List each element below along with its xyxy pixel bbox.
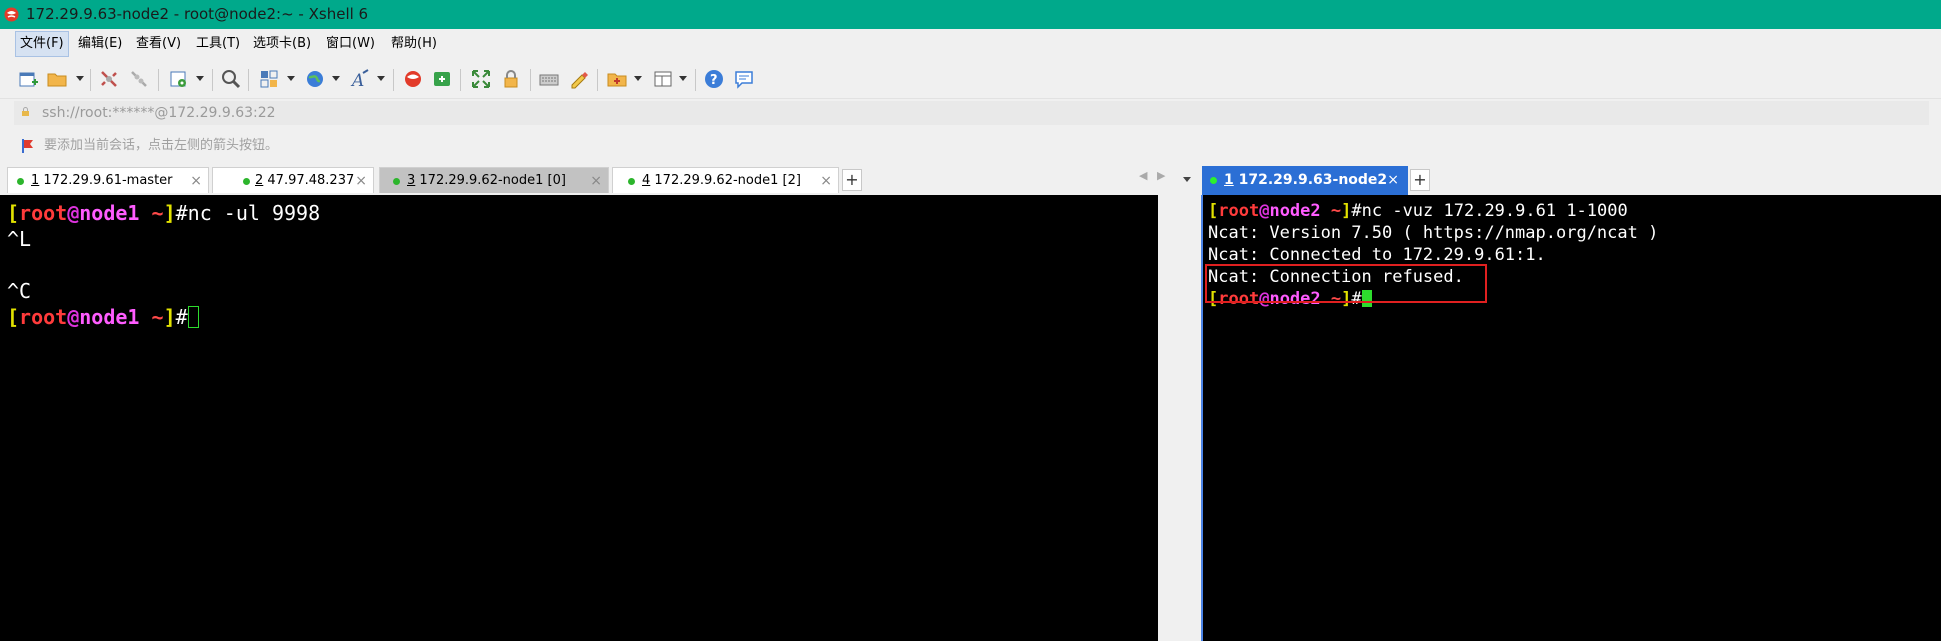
- hint-text: 要添加当前会话，点击左侧的箭头按钮。: [44, 138, 279, 153]
- status-dot-icon: [393, 178, 400, 185]
- toolbar-separator: [158, 69, 159, 91]
- connect-icon[interactable]: [98, 68, 120, 90]
- tab-label: 1 172.29.9.61-master: [31, 173, 173, 188]
- globe-icon[interactable]: [304, 68, 326, 90]
- toolbar: A ?: [0, 59, 1941, 98]
- status-dot-icon: [628, 178, 635, 185]
- menu-window[interactable]: 窗口(W): [322, 32, 379, 56]
- close-icon[interactable]: ×: [355, 168, 367, 194]
- tab-label: 2 47.97.48.237: [255, 173, 355, 188]
- terminal-left[interactable]: [root@node1 ~]#nc -ul 9998 ^L ^C [root@n…: [0, 195, 1177, 641]
- text-cursor: [187, 306, 199, 328]
- output-line: Ncat: Connected to 172.29.9.61:1.: [1208, 245, 1546, 265]
- tab-session-4[interactable]: 4 172.29.9.62-node1 [2] ×: [612, 167, 839, 193]
- fullscreen-icon[interactable]: [470, 68, 492, 90]
- add-tab-button[interactable]: +: [842, 169, 862, 191]
- close-icon[interactable]: ×: [820, 168, 832, 194]
- toolbar-separator: [530, 69, 531, 91]
- panes-icon[interactable]: [652, 68, 674, 90]
- terminal-output: [root@node1 ~]#nc -ul 9998 ^L ^C [root@n…: [7, 201, 321, 329]
- tab-label: 1 172.29.9.63-node2: [1224, 172, 1388, 188]
- status-dot-icon: [1210, 177, 1217, 184]
- output-line: ^L: [7, 227, 32, 251]
- close-icon[interactable]: ×: [590, 168, 602, 194]
- tab-session-node2[interactable]: 1 172.29.9.63-node2 ×: [1202, 166, 1408, 195]
- chat-icon[interactable]: [733, 68, 755, 90]
- script-dropdown-arrow[interactable]: [634, 76, 642, 81]
- close-icon[interactable]: ×: [190, 168, 202, 194]
- xshell-app-icon: [4, 7, 19, 22]
- tab-scroll-left-icon[interactable]: ◀: [1139, 169, 1147, 182]
- status-dot-icon: [17, 178, 24, 185]
- toolbar-separator: [597, 69, 598, 91]
- title-bar: 172.29.9.63-node2 - root@node2:~ - Xshel…: [0, 0, 1941, 29]
- tab-list-dropdown-icon[interactable]: [1183, 177, 1191, 182]
- session-hint-bar: 要添加当前会话，点击左侧的箭头按钮。: [0, 128, 1941, 163]
- tab-strip: 1 172.29.9.61-master × 2 47.97.48.237 × …: [0, 163, 1941, 195]
- menu-edit[interactable]: 编辑(E): [74, 32, 126, 56]
- script-icon[interactable]: [606, 68, 628, 90]
- open-folder-icon[interactable]: [46, 68, 68, 90]
- new-session-icon[interactable]: [17, 68, 39, 90]
- toolbar-separator: [695, 69, 696, 91]
- add-session-arrow-icon[interactable]: [20, 138, 36, 154]
- tab-label: 3 172.29.9.62-node1 [0]: [407, 173, 566, 188]
- font-icon[interactable]: A: [349, 68, 371, 90]
- tab-session-3[interactable]: 3 172.29.9.62-node1 [0] ×: [379, 167, 609, 193]
- xshell-icon[interactable]: [402, 68, 424, 90]
- pane-splitter[interactable]: [1177, 195, 1201, 641]
- lock-icon: [22, 107, 29, 116]
- toolbar-separator: [460, 69, 461, 91]
- add-tab-button[interactable]: +: [1410, 169, 1430, 191]
- properties-icon[interactable]: [168, 68, 190, 90]
- tab-session-1[interactable]: 1 172.29.9.61-master ×: [7, 167, 209, 193]
- tab-label: 4 172.29.9.62-node1 [2]: [642, 173, 801, 188]
- font-dropdown-arrow[interactable]: [377, 76, 385, 81]
- prompt-line: #: [175, 305, 188, 329]
- toolbar-separator: [90, 69, 91, 91]
- find-icon[interactable]: [220, 68, 242, 90]
- highlight-box: [1205, 264, 1487, 303]
- tab-scroll-right-icon[interactable]: ▶: [1157, 169, 1165, 182]
- tab-session-2[interactable]: 2 47.97.48.237 ×: [212, 167, 374, 193]
- layout-icon[interactable]: [258, 68, 280, 90]
- menu-bar: 文件(F) 编辑(E) 查看(V) 工具(T) 选项卡(B) 窗口(W) 帮助(…: [0, 29, 1941, 59]
- toolbar-separator: [393, 69, 394, 91]
- address-text: ssh://root:******@172.29.9.63:22: [42, 105, 276, 121]
- globe-dropdown-arrow[interactable]: [332, 76, 340, 81]
- window-title: 172.29.9.63-node2 - root@node2:~ - Xshel…: [26, 5, 369, 23]
- svg-text:A: A: [350, 71, 364, 90]
- menu-file[interactable]: 文件(F): [15, 31, 69, 57]
- layout-dropdown-arrow[interactable]: [287, 76, 295, 81]
- panes-dropdown-arrow[interactable]: [679, 76, 687, 81]
- command-line: #nc -ul 9998: [175, 201, 321, 225]
- close-icon[interactable]: ×: [1387, 166, 1399, 195]
- menu-view[interactable]: 查看(V): [132, 32, 185, 56]
- command-line: #nc -vuz 172.29.9.61 1-1000: [1351, 201, 1628, 221]
- highlight-pen-icon[interactable]: [567, 68, 589, 90]
- scrollbar[interactable]: [1158, 195, 1177, 641]
- menu-tools[interactable]: 工具(T): [192, 32, 244, 56]
- status-dot-icon: [243, 178, 250, 185]
- lock-icon[interactable]: [500, 68, 522, 90]
- properties-dropdown-arrow[interactable]: [196, 76, 204, 81]
- svg-text:?: ?: [710, 73, 718, 88]
- open-dropdown-arrow[interactable]: [76, 76, 84, 81]
- address-field[interactable]: ssh://root:******@172.29.9.63:22: [14, 101, 1929, 125]
- output-line: ^C: [7, 279, 32, 303]
- keyboard-icon[interactable]: [538, 68, 560, 90]
- address-bar: ssh://root:******@172.29.9.63:22: [0, 98, 1941, 129]
- disconnect-icon[interactable]: [128, 68, 150, 90]
- toolbar-separator: [248, 69, 249, 91]
- help-icon[interactable]: ?: [703, 68, 725, 90]
- terminal-right[interactable]: [root@node2 ~]#nc -vuz 172.29.9.61 1-100…: [1201, 195, 1941, 641]
- xftp-icon[interactable]: [431, 68, 453, 90]
- output-line: Ncat: Version 7.50 ( https://nmap.org/nc…: [1208, 223, 1659, 243]
- menu-help[interactable]: 帮助(H): [387, 32, 441, 56]
- toolbar-separator: [212, 69, 213, 91]
- menu-tabs[interactable]: 选项卡(B): [249, 32, 315, 56]
